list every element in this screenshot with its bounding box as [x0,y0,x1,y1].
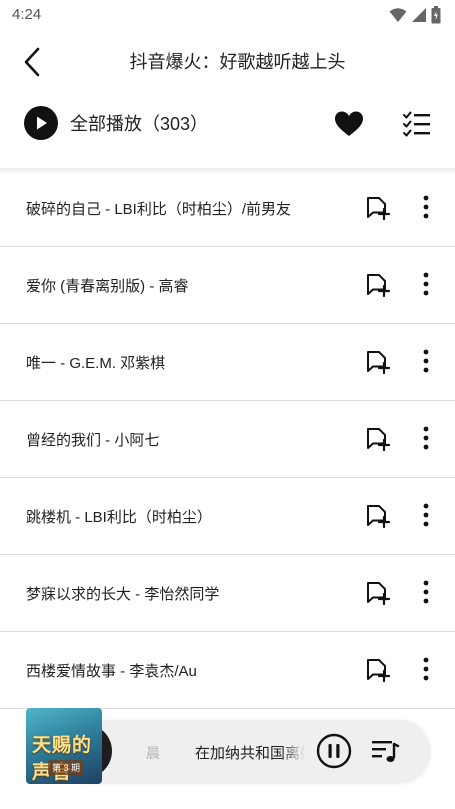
add-to-playlist-icon [367,582,391,606]
add-to-playlist-button[interactable] [364,425,392,453]
song-row[interactable]: 西楼爱情故事 - 李袁杰/Au [0,632,455,709]
more-options-button[interactable] [414,425,438,453]
album-art-title: 天赐的声音 [32,735,93,783]
playlist-toolbar: 全部播放（303） [0,100,455,148]
song-row[interactable]: 梦寐以求的长大 - 李怡然同学 [0,555,455,632]
status-icons [389,6,441,24]
add-to-playlist-button[interactable] [364,656,392,684]
add-to-playlist-button[interactable] [364,348,392,376]
status-time: 4:24 [12,6,42,23]
favorite-button[interactable] [333,108,365,140]
song-row[interactable]: 曾经的我们 - 小阿七 [0,401,455,478]
more-vertical-icon [423,426,429,450]
now-playing-artist: 晨 [146,745,160,761]
song-title: 梦寐以求的长大 - 李怡然同学 [26,586,220,603]
album-art[interactable]: 天赐的声音 第 3 期 [26,708,102,784]
song-title: 爱你 (青春离别版) - 高睿 [26,278,189,295]
add-to-playlist-icon [367,505,391,529]
more-vertical-icon [423,580,429,604]
more-options-button[interactable] [414,656,438,684]
song-title: 破碎的自己 - LBI利比（时柏尘）/前男友 [26,201,292,218]
pause-button[interactable] [316,733,352,769]
song-row[interactable]: 跳楼机 - LBI利比（时柏尘） [0,478,455,555]
song-row[interactable]: 破碎的自己 - LBI利比（时柏尘）/前男友 [0,170,455,247]
song-title: 西楼爱情故事 - 李袁杰/Au [26,663,197,680]
wifi-icon [389,8,407,22]
add-to-playlist-button[interactable] [364,502,392,530]
more-options-button[interactable] [414,348,438,376]
checklist-icon [403,111,430,137]
page-title: 抖音爆火：好歌越听越上头 [129,52,346,72]
heart-icon [335,111,363,136]
song-title: 曾经的我们 - 小阿七 [26,432,160,449]
more-vertical-icon [423,503,429,527]
song-row[interactable]: 唯一 - G.E.M. 邓紫棋 [0,324,455,401]
more-options-button[interactable] [414,194,438,222]
add-to-playlist-icon [367,351,391,375]
add-to-playlist-icon [367,428,391,452]
multi-select-button[interactable] [401,108,433,140]
more-vertical-icon [423,349,429,373]
more-vertical-icon [423,657,429,681]
add-to-playlist-icon [367,659,391,683]
cell-signal-icon [412,8,426,22]
play-all-button[interactable]: 全部播放（303） [24,106,208,140]
add-to-playlist-button[interactable] [364,579,392,607]
play-all-label: 全部播放（303） [70,114,209,134]
song-row[interactable]: 爱你 (青春离别版) - 高睿 [0,247,455,324]
playlist-icon [372,741,400,762]
song-title: 跳楼机 - LBI利比（时柏尘） [26,509,212,526]
add-to-playlist-button[interactable] [364,194,392,222]
more-vertical-icon [423,195,429,219]
status-bar: 4:24 [0,0,455,32]
queue-button[interactable] [370,736,400,766]
more-options-button[interactable] [414,271,438,299]
song-title: 唯一 - G.E.M. 邓紫棋 [26,355,166,372]
add-to-playlist-icon [367,197,391,221]
battery-icon [431,6,441,24]
play-icon [24,106,58,140]
add-to-playlist-button[interactable] [364,271,392,299]
more-vertical-icon [423,272,429,296]
pause-icon [316,733,352,769]
add-to-playlist-icon [367,274,391,298]
more-options-button[interactable] [414,502,438,530]
song-list: 破碎的自己 - LBI利比（时柏尘）/前男友 爱你 (青春离别版) - 高睿 唯… [0,170,455,709]
now-playing-title: 在加纳共和国离婚 [195,745,305,762]
mini-player[interactable]: 天赐的声音 第 3 期 晨 在加纳共和国离婚 [22,708,432,786]
more-options-button[interactable] [414,579,438,607]
album-art-episode: 第 3 期 [48,760,85,775]
header: 抖音爆火：好歌越听越上头 [0,36,455,86]
